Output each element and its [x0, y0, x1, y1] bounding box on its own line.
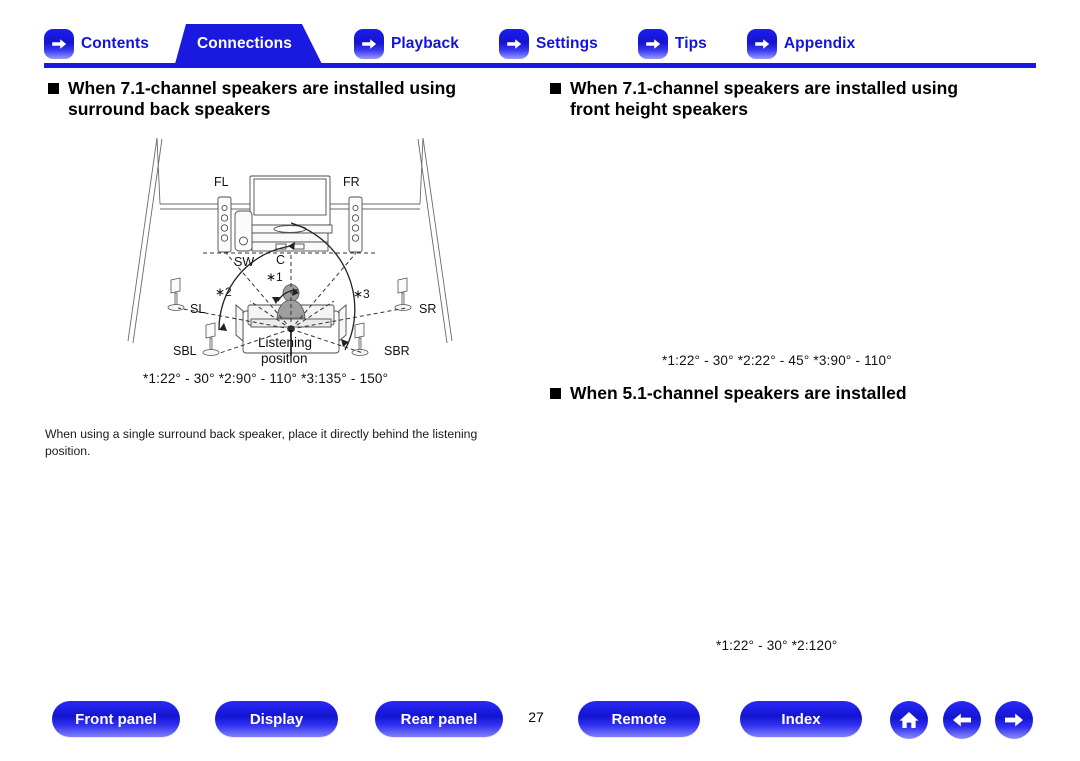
body-note-surround-back: When using a single surround back speake…	[45, 427, 478, 458]
forward-button[interactable]	[995, 701, 1033, 739]
label-SR: SR	[419, 302, 436, 316]
tab-settings-label: Settings	[535, 35, 598, 52]
arrow-left-icon	[950, 708, 974, 732]
label-star2: ∗2	[215, 285, 232, 299]
label-SL: SL	[190, 302, 205, 316]
section-heading-51: When 5.1-channel speakers are installed	[550, 383, 1030, 404]
rear-panel-button[interactable]: Rear panel	[375, 701, 503, 737]
heading-line-1: When 7.1-channel speakers are installed …	[570, 78, 959, 98]
label-listening-2: position	[261, 351, 308, 366]
tab-connections[interactable]: Connections	[175, 24, 322, 64]
tab-appendix-label: Appendix	[783, 35, 856, 52]
bottom-navigation-bar: Front panel Display Rear panel 27 Remote…	[0, 692, 1080, 752]
label-SBR: SBR	[384, 344, 410, 358]
front-panel-button[interactable]: Front panel	[52, 701, 180, 737]
speaker-layout-svg: FL FR SW C SL SR SBL SBR ∗1 ∗2 ∗3 Listen…	[127, 137, 453, 366]
bullet-square-icon	[550, 388, 561, 399]
section-heading-71-front-height: When 7.1-channel speakers are installed …	[550, 78, 1045, 120]
arrow-right-icon	[1002, 708, 1026, 732]
right-column-heading: When 7.1-channel speakers are installed …	[550, 78, 1045, 120]
angles-note-left: *1:22° - 30° *2:90° - 110° *3:135° - 150…	[143, 371, 389, 386]
label-FL: FL	[214, 175, 229, 189]
arrow-right-icon	[44, 29, 74, 59]
section-heading-71-surround-back: When 7.1-channel speakers are installed …	[48, 78, 548, 120]
arrow-right-icon	[498, 29, 529, 59]
display-button[interactable]: Display	[215, 701, 338, 737]
bullet-square-icon	[550, 83, 561, 94]
label-C: C	[276, 253, 285, 267]
label-FR: FR	[343, 175, 360, 189]
tabbar-divider	[44, 63, 1036, 68]
bullet-square-icon	[48, 83, 59, 94]
tab-tips-label: Tips	[674, 35, 707, 52]
label-listening-1: Listening	[258, 335, 312, 350]
tab-settings[interactable]: Settings	[498, 24, 598, 64]
tab-playback[interactable]: Playback	[353, 24, 459, 64]
tab-list: Contents Connections Playback Settings T…	[44, 24, 855, 64]
label-star3: ∗3	[353, 287, 370, 301]
top-navigation-bar: Contents Connections Playback Settings T…	[0, 0, 1080, 68]
back-button[interactable]	[943, 701, 981, 739]
heading-line-1: When 7.1-channel speakers are installed …	[68, 78, 457, 98]
label-SBL: SBL	[173, 344, 197, 358]
tab-contents[interactable]: Contents	[44, 24, 149, 64]
tab-tips[interactable]: Tips	[637, 24, 707, 64]
tab-contents-label: Contents	[81, 35, 149, 52]
angles-note-front-height: *1:22° - 30° *2:22° - 45° *3:90° - 110°	[662, 353, 892, 368]
arrow-right-icon	[746, 29, 777, 59]
tab-connections-label: Connections	[196, 35, 292, 52]
tab-playback-label: Playback	[390, 35, 459, 52]
home-icon	[897, 708, 921, 732]
arrow-right-icon	[353, 29, 384, 59]
page-number: 27	[528, 709, 544, 725]
label-SW: SW	[234, 255, 254, 269]
arrow-right-icon	[637, 29, 668, 59]
tab-appendix[interactable]: Appendix	[746, 24, 856, 64]
left-column-heading: When 7.1-channel speakers are installed …	[48, 78, 548, 120]
index-button[interactable]: Index	[740, 701, 862, 737]
right-column-heading-51: When 5.1-channel speakers are installed	[550, 383, 1030, 404]
label-star1: ∗1	[266, 270, 283, 284]
home-button[interactable]	[890, 701, 928, 739]
remote-button[interactable]: Remote	[578, 701, 700, 737]
angles-note-51: *1:22° - 30° *2:120°	[716, 638, 838, 653]
speaker-layout-diagram: FL FR SW C SL SR SBL SBR ∗1 ∗2 ∗3 Listen…	[110, 133, 470, 373]
heading-51-text: When 5.1-channel speakers are installed	[570, 383, 907, 403]
heading-line-2: surround back speakers	[68, 99, 271, 119]
heading-line-2: front height speakers	[570, 99, 748, 119]
